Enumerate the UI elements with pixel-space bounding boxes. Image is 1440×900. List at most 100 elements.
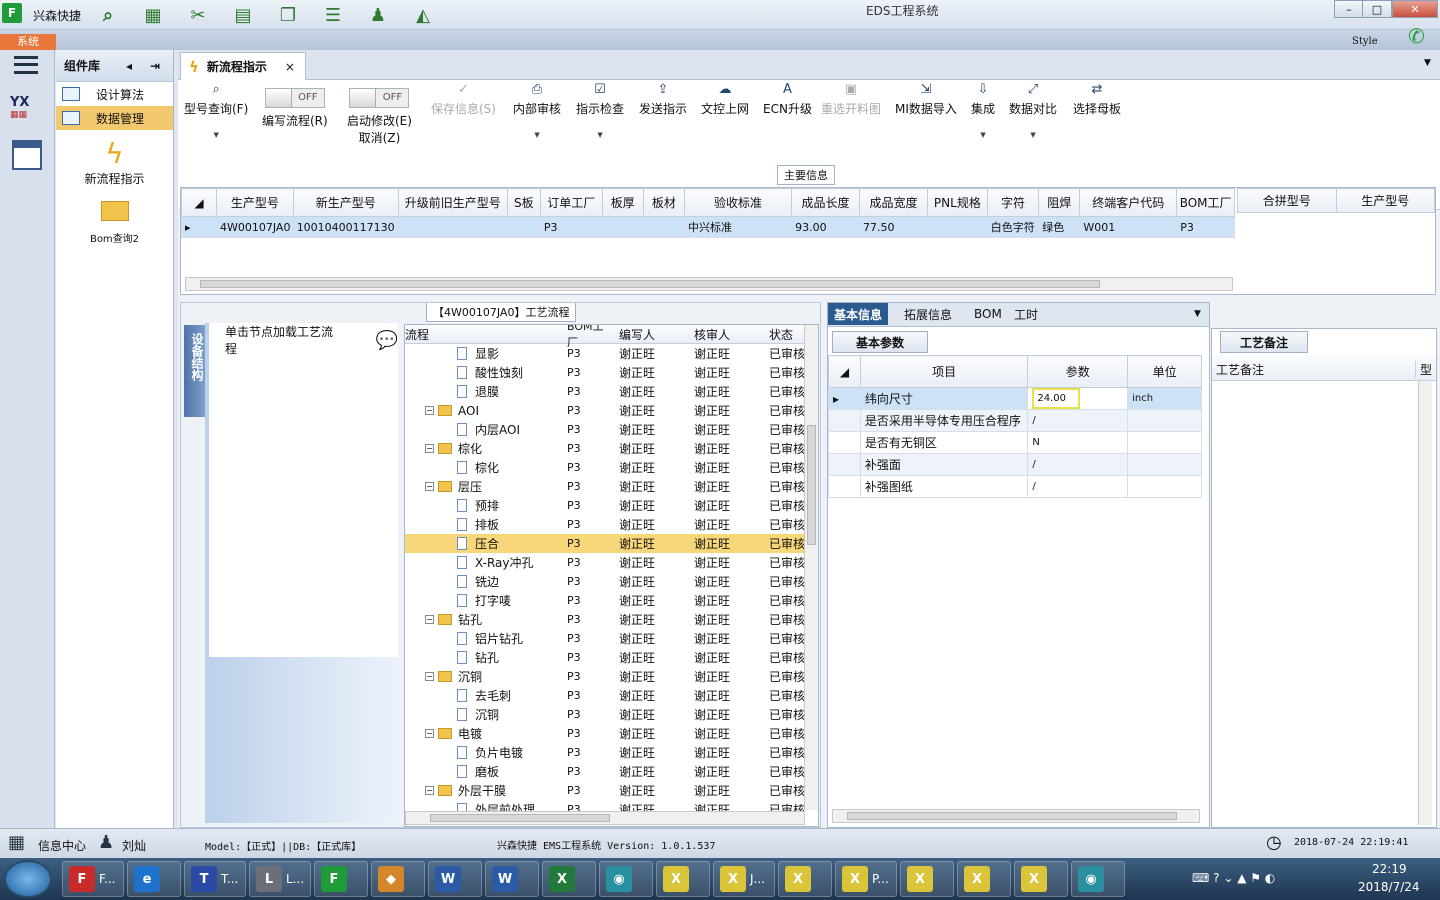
col-combined-model[interactable]: 合拼型号 — [1237, 188, 1337, 213]
pin-icon[interactable]: ⇥ — [150, 59, 160, 73]
send-instruction-button[interactable]: ⇪ 发送指示 — [639, 82, 687, 117]
chevron-down-icon[interactable]: ▼ — [213, 131, 218, 139]
col-header[interactable]: BOM工厂 — [1176, 188, 1235, 217]
taskbar-item[interactable]: L L... — [249, 861, 311, 897]
cell[interactable] — [397, 216, 508, 238]
collapse-icon[interactable]: − — [425, 406, 434, 415]
tree-row[interactable]: 预排 P3 谢正旺 谢正旺 已审核 — [405, 496, 818, 515]
maximize-button[interactable]: □ — [1362, 0, 1392, 18]
tree-row[interactable]: 铝片钻孔 P3 谢正旺 谢正旺 已审核 — [405, 629, 818, 648]
collapse-icon[interactable]: − — [425, 444, 434, 453]
cell[interactable] — [927, 216, 988, 238]
param-value[interactable]: / — [1027, 475, 1129, 498]
search-icon[interactable]: ⌕ — [96, 3, 120, 27]
cell[interactable]: 10010400117130 — [292, 216, 399, 238]
col-header[interactable]: 生产型号 — [216, 188, 294, 217]
tab-overflow-icon[interactable]: ▼ — [1424, 58, 1431, 68]
tray-icons[interactable]: ⌨ ? ⌄ ▲ ⚑ ◐ — [1192, 871, 1275, 885]
col-header[interactable]: 升级前旧生产型号 — [397, 188, 508, 217]
tree-row[interactable]: 酸性蚀刻 P3 谢正旺 谢正旺 已审核 — [405, 363, 818, 382]
col-header[interactable]: 新生产型号 — [292, 188, 399, 217]
tree-row[interactable]: − 钻孔 P3 谢正旺 谢正旺 已审核 — [405, 610, 818, 629]
tree-row[interactable]: 去毛刺 P3 谢正旺 谢正旺 已审核 — [405, 686, 818, 705]
collapse-icon[interactable]: − — [425, 729, 434, 738]
taskbar-item[interactable]: ◉ — [599, 861, 653, 897]
reselect-cut-button[interactable]: ▣ 重选开料图 — [821, 82, 881, 117]
info-center-label[interactable]: 信息中心 — [38, 837, 86, 854]
tree-row[interactable]: 内层AOI P3 谢正旺 谢正旺 已审核 — [405, 420, 818, 439]
user-icon[interactable]: ♟ — [366, 3, 390, 27]
tree-row[interactable]: 排板 P3 谢正旺 谢正旺 已审核 — [405, 515, 818, 534]
edit-flow-toggle[interactable]: OFF 编写流程(R) — [262, 88, 328, 129]
param-value[interactable]: 24.00 — [1027, 387, 1129, 410]
col-header[interactable]: PNL规格 — [927, 188, 988, 217]
main-info-hscroll[interactable] — [185, 277, 1233, 291]
load-hint[interactable]: 单击节点加载工艺流程 — [225, 323, 338, 357]
chevron-down-icon[interactable]: ▼ — [597, 131, 602, 139]
col-param[interactable]: 参数 — [1027, 355, 1129, 388]
ecn-upgrade-button[interactable]: A ECN升级 — [763, 82, 812, 117]
mi-import-button[interactable]: ⇲ MI数据导入 — [895, 82, 957, 117]
close-tab-icon[interactable]: × — [285, 60, 295, 74]
col-reviewer[interactable]: 核审人 — [689, 326, 764, 343]
chevron-down-icon[interactable]: ▼ — [534, 131, 539, 139]
tree-row[interactable]: 压合 P3 谢正旺 谢正旺 已审核 — [405, 534, 818, 553]
tool-item[interactable]: ϟ 新流程指示 — [56, 138, 173, 187]
col-type[interactable]: 型 — [1415, 361, 1432, 378]
tree-row[interactable]: 显影 P3 谢正旺 谢正旺 已审核 — [405, 344, 818, 363]
taskbar-item[interactable]: X — [957, 861, 1011, 897]
basic-params-subtab[interactable]: 基本参数 — [832, 331, 928, 353]
cell[interactable]: 中兴标准 — [683, 216, 793, 238]
close-button[interactable]: ✕ — [1392, 0, 1438, 18]
tab-new-flow[interactable]: ϟ 新流程指示 × — [180, 52, 306, 80]
side-tab-equipment[interactable]: 设备结构 — [184, 325, 206, 417]
tree-row[interactable]: − 层压 P3 谢正旺 谢正旺 已审核 — [405, 477, 818, 496]
tree-row[interactable]: − 棕化 P3 谢正旺 谢正旺 已审核 — [405, 439, 818, 458]
param-row[interactable]: 补强面 / — [828, 453, 1202, 476]
cell[interactable]: 77.50 — [859, 216, 929, 238]
cell[interactable]: P3 — [1176, 216, 1235, 238]
col-production-model[interactable]: 生产型号 — [1335, 188, 1435, 213]
param-value[interactable]: / — [1027, 453, 1129, 476]
tree-row[interactable]: − 电镀 P3 谢正旺 谢正旺 已审核 — [405, 724, 818, 743]
clipboard-icon[interactable]: ❐ — [276, 3, 300, 27]
tree-row[interactable]: 负片电镀 P3 谢正旺 谢正旺 已审核 — [405, 743, 818, 762]
col-header[interactable]: 板厚 — [601, 188, 644, 217]
collapse-icon[interactable]: − — [425, 482, 434, 491]
tree-row[interactable]: 磨板 P3 谢正旺 谢正旺 已审核 — [405, 762, 818, 781]
tree-row[interactable]: 棕化 P3 谢正旺 谢正旺 已审核 — [405, 458, 818, 477]
param-row[interactable]: 是否有无铜区 N — [828, 431, 1202, 454]
taskbar-item[interactable]: ◉ — [1071, 861, 1125, 897]
grid-icon[interactable]: ▦ — [8, 832, 25, 853]
param-value[interactable]: N — [1027, 431, 1129, 454]
taskbar-item[interactable]: ◆ — [371, 861, 425, 897]
tree-row[interactable]: − 沉铜 P3 谢正旺 谢正旺 已审核 — [405, 667, 818, 686]
list-icon[interactable]: ☰ — [321, 3, 345, 27]
menu-icon[interactable] — [14, 56, 38, 74]
tree-row[interactable]: X-Ray冲孔 P3 谢正旺 谢正旺 已审核 — [405, 553, 818, 572]
taskbar-item[interactable]: X — [778, 861, 832, 897]
scissors-icon[interactable]: ✂ — [186, 3, 210, 27]
detail-tab[interactable]: BOM — [968, 303, 1008, 325]
save-info-button[interactable]: ✓ 保存信息(S) — [431, 82, 496, 117]
param-row[interactable]: ▸ 纬向尺寸 24.00 inch — [828, 387, 1202, 410]
cell[interactable]: W001 — [1079, 216, 1178, 238]
param-row[interactable]: 是否采用半导体专用压合程序 / — [828, 409, 1202, 432]
tree-row[interactable]: 沉铜 P3 谢正旺 谢正旺 已审核 — [405, 705, 818, 724]
doc-upload-button[interactable]: ☁ 文控上网 — [701, 82, 749, 117]
col-unit[interactable]: 单位 — [1127, 355, 1202, 388]
params-hscroll[interactable] — [832, 809, 1200, 823]
tree-row[interactable]: 退膜 P3 谢正旺 谢正旺 已审核 — [405, 382, 818, 401]
instruction-check-button[interactable]: ☑ 指示检查 ▼ — [576, 82, 624, 139]
calculator-icon[interactable]: ▦ — [141, 3, 165, 27]
col-flow[interactable]: 流程 — [405, 326, 562, 343]
taskbar-item[interactable]: F F... — [62, 861, 124, 897]
col-header[interactable]: 阻焊 — [1038, 188, 1081, 217]
calendar-module-icon[interactable] — [12, 140, 42, 170]
taskbar-item[interactable]: X P... — [835, 861, 897, 897]
select-master-button[interactable]: ⇄ 选择母板 — [1073, 82, 1121, 117]
tree-vscroll[interactable] — [804, 325, 818, 810]
tree-row[interactable]: 铣边 P3 谢正旺 谢正旺 已审核 — [405, 572, 818, 591]
tree-row[interactable]: 打字唛 P3 谢正旺 谢正旺 已审核 — [405, 591, 818, 610]
taskbar-item[interactable]: T T... — [184, 861, 246, 897]
